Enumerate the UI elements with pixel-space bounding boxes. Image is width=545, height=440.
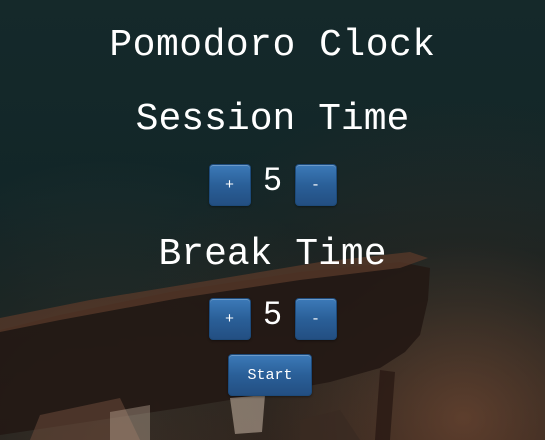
session-increment-button[interactable]: +: [208, 164, 251, 206]
break-decrement-button[interactable]: -: [294, 298, 337, 340]
break-time-value: 5: [263, 295, 282, 331]
break-time-controls: + 5 -: [0, 295, 545, 340]
pomodoro-app: Pomodoro Clock Session Time + 5 - Break …: [0, 0, 545, 440]
break-time-heading: Break Time: [158, 233, 387, 276]
session-time-heading: Session Time: [135, 98, 410, 141]
session-time-value: 5: [263, 161, 282, 197]
start-button[interactable]: Start: [228, 354, 312, 396]
page-title: Pomodoro Clock: [109, 24, 436, 67]
session-time-controls: + 5 -: [0, 161, 545, 206]
break-increment-button[interactable]: +: [208, 298, 251, 340]
session-decrement-button[interactable]: -: [294, 164, 337, 206]
